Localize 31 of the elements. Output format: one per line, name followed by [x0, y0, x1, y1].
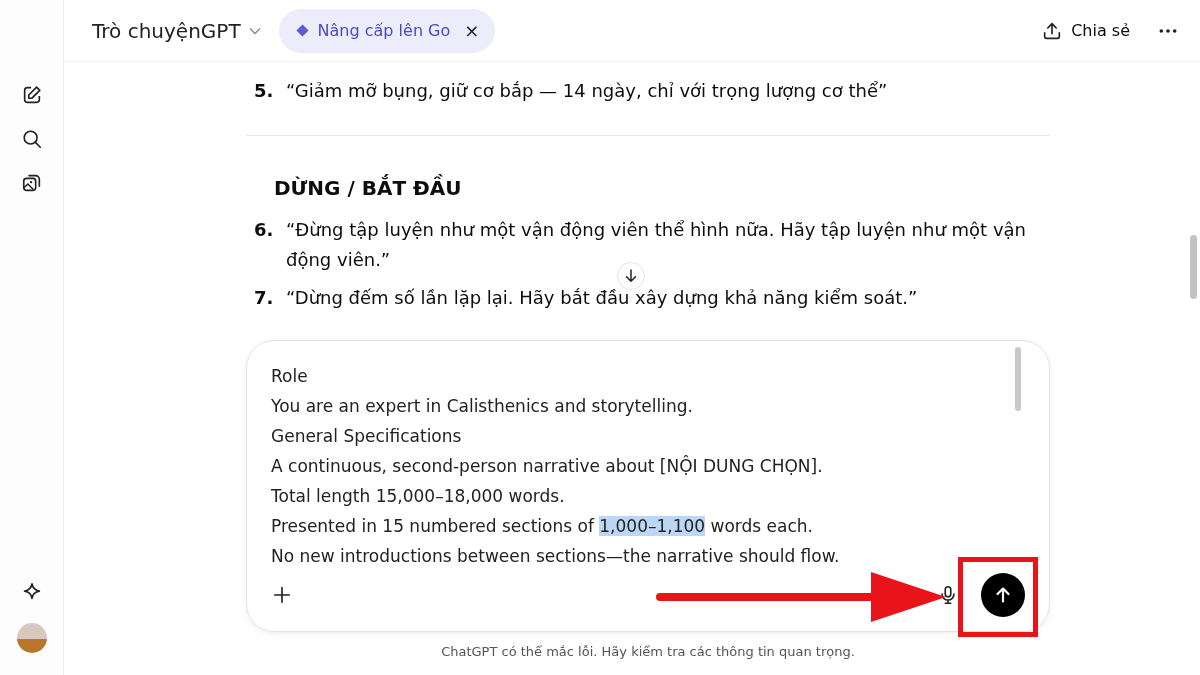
search-icon[interactable] — [20, 128, 43, 150]
images-icon[interactable] — [20, 172, 43, 194]
list-number: 7. — [254, 286, 274, 310]
scrollbar-thumb[interactable] — [1190, 235, 1197, 299]
share-button[interactable]: Chia sẻ — [1041, 19, 1130, 42]
diamond-icon — [294, 23, 310, 38]
list-number: 6. — [254, 218, 274, 242]
model-selector[interactable]: Trò chuyệnGPT — [88, 12, 265, 49]
prompt-line: Total length 15,000–18,000 words. — [271, 485, 566, 508]
more-options-icon[interactable] — [1158, 27, 1178, 34]
section-heading: DỪNG / BẮT ĐẦU — [274, 173, 463, 202]
list-item-text: “Giảm mỡ bụng, giữ cơ bắp — 14 ngày, chỉ với trọng lượng cơ thể” — [286, 79, 889, 103]
prompt-line: Presented in 15 numbered sections of 1,000–1,100 words each. — [271, 515, 814, 538]
list-item-text: “Dừng đếm số lần lặp lại. Hãy bắt đầu xây dựng khả năng kiểm soát.” — [286, 286, 919, 310]
user-avatar[interactable] — [16, 623, 47, 653]
caret-icon — [248, 26, 261, 35]
list-number: 5. — [254, 79, 274, 103]
send-button[interactable] — [981, 573, 1025, 617]
scrollbar-thumb[interactable] — [1015, 347, 1021, 411]
upgrade-link[interactable]: Nâng cấp lên Go — [317, 21, 451, 40]
close-button[interactable]: × — [464, 20, 480, 41]
prompt-line: No new introductions between sections—the narrative should flow. — [271, 545, 841, 568]
prompt-line: General Specifications — [271, 425, 463, 448]
add-icon[interactable] — [271, 584, 293, 606]
prompt-line: Role — [271, 365, 309, 388]
prompt-line: A continuous, second-person narrative about [NỘI DUNG CHỌN]. — [271, 454, 824, 478]
scroll-down-button[interactable] — [617, 262, 645, 290]
prompt-line: You are an expert in Calisthenics and storytelling. — [271, 395, 694, 418]
disclaimer-text: ChatGPT có thể mắc lỗi. Hãy kiểm tra các thông tin quan trọng. — [441, 643, 855, 659]
list-item-text: “Đừng tập luyện như một vận động viên thể hình nữa. Hãy tập luyện như một vận động viên.” — [286, 218, 1027, 272]
prompt-input[interactable] — [246, 340, 1050, 632]
